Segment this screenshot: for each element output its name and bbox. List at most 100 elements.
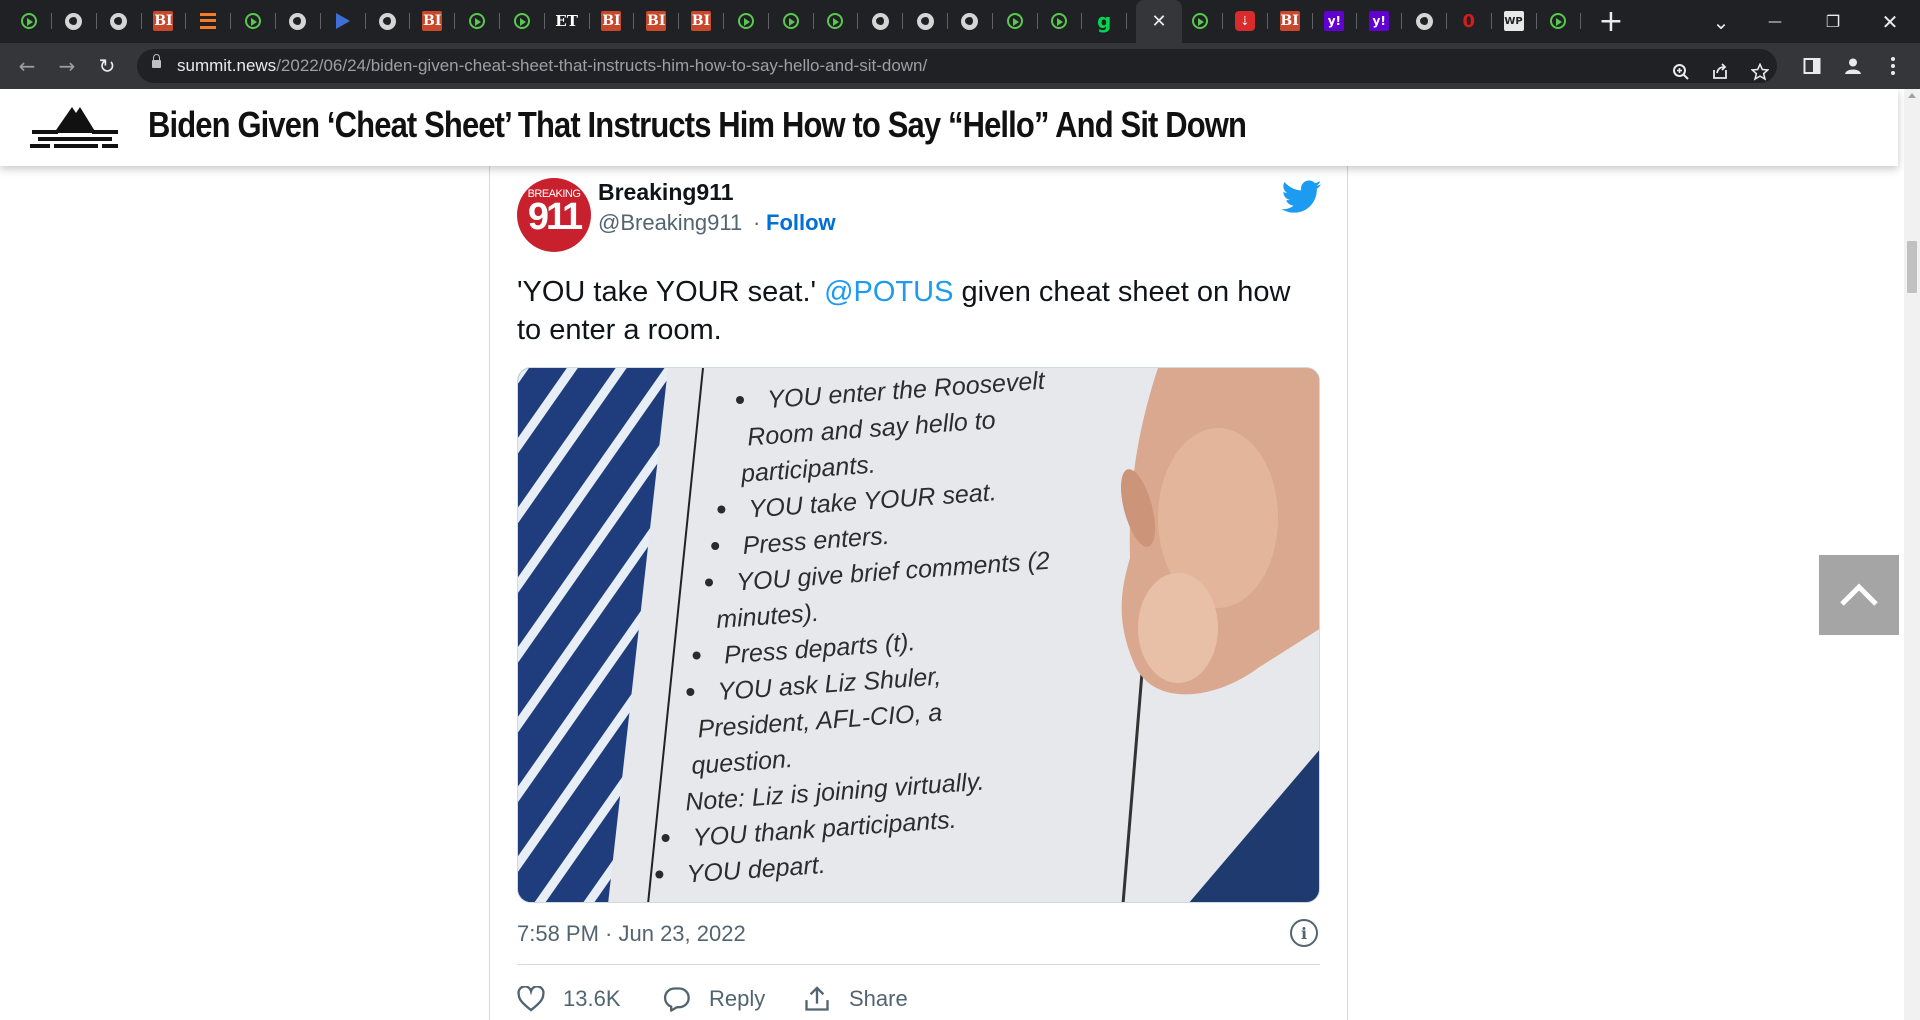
browser-tab[interactable]: BI <box>686 8 724 34</box>
chevron-up-icon <box>1840 583 1878 606</box>
share-icon[interactable] <box>1710 62 1730 82</box>
browser-tab[interactable]: y! <box>1364 8 1403 34</box>
reply-button[interactable]: Reply <box>663 984 765 1014</box>
browser-tab[interactable] <box>283 8 321 34</box>
tab-separator <box>1535 13 1537 29</box>
tweet-timestamp[interactable]: 7:58 PM · Jun 23, 2022 <box>517 921 746 947</box>
reply-label: Reply <box>709 986 766 1011</box>
note-bullet <box>692 651 701 660</box>
browser-tab[interactable]: BI <box>1275 8 1313 34</box>
tab-separator <box>633 13 635 29</box>
site-logo[interactable] <box>30 103 120 153</box>
browser-tab[interactable]: BI <box>596 8 635 34</box>
play-icon <box>245 13 261 29</box>
browser-tab[interactable]: BI <box>148 8 187 34</box>
browser-tab[interactable] <box>328 8 366 34</box>
share-upload-icon <box>805 986 829 1011</box>
browser-tab[interactable] <box>776 8 814 34</box>
browser-tab[interactable] <box>955 8 993 34</box>
browser-tab[interactable] <box>372 8 411 34</box>
browser-tab[interactable]: BI <box>641 8 680 34</box>
tab-separator <box>319 13 321 29</box>
browser-tab[interactable] <box>1000 8 1038 34</box>
tab-separator <box>902 13 904 29</box>
browser-tab[interactable]: y! <box>1319 8 1358 34</box>
browser-tab[interactable] <box>1409 8 1447 34</box>
browser-tab[interactable]: g <box>1089 8 1128 34</box>
close-window-button[interactable]: ✕ <box>1875 0 1905 43</box>
author-handle[interactable]: @Breaking911 <box>598 210 742 236</box>
globe-icon <box>378 12 396 30</box>
browser-tab[interactable] <box>865 8 904 34</box>
new-tab-button[interactable]: + <box>1598 0 1624 43</box>
tab-separator <box>1036 13 1038 29</box>
tab-separator <box>1222 13 1223 29</box>
scrollbar-thumb[interactable] <box>1907 241 1917 293</box>
play-icon <box>1550 13 1567 29</box>
menu-icon[interactable] <box>1883 56 1903 76</box>
twitter-bird-icon[interactable] <box>1282 180 1322 214</box>
browser-tab[interactable]: 0 <box>1454 8 1492 34</box>
browser-tab[interactable]: WP <box>1499 8 1537 34</box>
article-headline[interactable]: Biden Given ‘Cheat Sheet’ That Instructs… <box>148 103 1247 147</box>
back-button[interactable]: ← <box>12 51 42 81</box>
browser-tab[interactable] <box>1543 8 1582 34</box>
minimize-button[interactable]: — <box>1760 0 1790 43</box>
tweet-photo[interactable]: YOU enter the Roosevelt Room and say hell… <box>517 367 1320 903</box>
address-bar[interactable]: summit.news/2022/06/24/biden-given-cheat… <box>137 49 1777 83</box>
active-tab[interactable]: ✕ <box>1136 0 1182 43</box>
play-icon <box>1192 13 1208 29</box>
browser-tab[interactable] <box>238 8 276 34</box>
tab-separator <box>1490 13 1492 29</box>
avatar[interactable]: BREAKING 911 <box>517 178 591 252</box>
follow-button[interactable]: Follow <box>766 210 836 236</box>
arrow-icon <box>335 13 350 29</box>
like-count: 13.6K <box>563 986 621 1011</box>
tab-search-button[interactable]: ⌄ <box>1706 0 1736 43</box>
tab-separator <box>185 13 187 29</box>
url-text[interactable]: summit.news/2022/06/24/biden-given-cheat… <box>177 56 927 76</box>
reload-button[interactable]: ↻ <box>92 51 122 81</box>
web-page: Biden Given ‘Cheat Sheet’ That Instructs… <box>0 89 1904 1020</box>
lock-icon[interactable] <box>152 54 161 68</box>
author-name[interactable]: Breaking911 <box>598 179 734 206</box>
cheat-sheet-photo: YOU enter the RooseveltRoom and say hell… <box>518 368 1319 902</box>
browser-tab[interactable] <box>910 8 948 34</box>
play-icon <box>782 13 799 29</box>
browser-tab[interactable] <box>507 8 545 34</box>
page-scrollbar[interactable] <box>1904 89 1920 1020</box>
play-icon <box>1051 13 1068 29</box>
scroll-up-arrow[interactable] <box>1908 93 1916 98</box>
info-icon[interactable]: i <box>1290 919 1318 947</box>
browser-tab[interactable] <box>193 8 232 34</box>
browser-tab[interactable] <box>1185 8 1223 34</box>
back-to-top-button[interactable] <box>1819 555 1899 635</box>
globe-icon <box>871 12 889 30</box>
et-icon: ET <box>555 12 578 30</box>
browser-tab[interactable] <box>1044 8 1083 34</box>
sidebar-icon[interactable] <box>1802 56 1822 76</box>
browser-tab[interactable]: ET <box>552 8 590 34</box>
browser-tab[interactable] <box>59 8 97 34</box>
mention-link[interactable]: @POTUS <box>824 276 953 308</box>
browser-tab[interactable] <box>104 8 142 34</box>
restore-button[interactable]: ❐ <box>1818 0 1848 43</box>
share-button[interactable]: Share <box>803 984 908 1014</box>
browser-tab[interactable]: BI <box>417 8 456 34</box>
star-icon[interactable] <box>1750 62 1770 82</box>
note-bullet <box>705 578 713 587</box>
separator: · <box>753 210 761 235</box>
close-tab-icon[interactable]: ✕ <box>1151 11 1166 32</box>
forward-button[interactable]: → <box>52 51 82 81</box>
browser-tab[interactable] <box>731 8 769 34</box>
browser-tab[interactable] <box>820 8 859 34</box>
browser-tab[interactable] <box>14 8 52 34</box>
play-icon <box>1006 13 1023 29</box>
browser-tab[interactable] <box>462 8 500 34</box>
site-header: Biden Given ‘Cheat Sheet’ That Instructs… <box>0 89 1898 166</box>
like-button[interactable]: 13.6K <box>517 984 621 1014</box>
profile-icon[interactable] <box>1843 56 1863 76</box>
tab-separator <box>857 13 859 29</box>
browser-tab[interactable]: ⇣ <box>1230 8 1268 34</box>
zoom-icon[interactable] <box>1671 62 1691 82</box>
